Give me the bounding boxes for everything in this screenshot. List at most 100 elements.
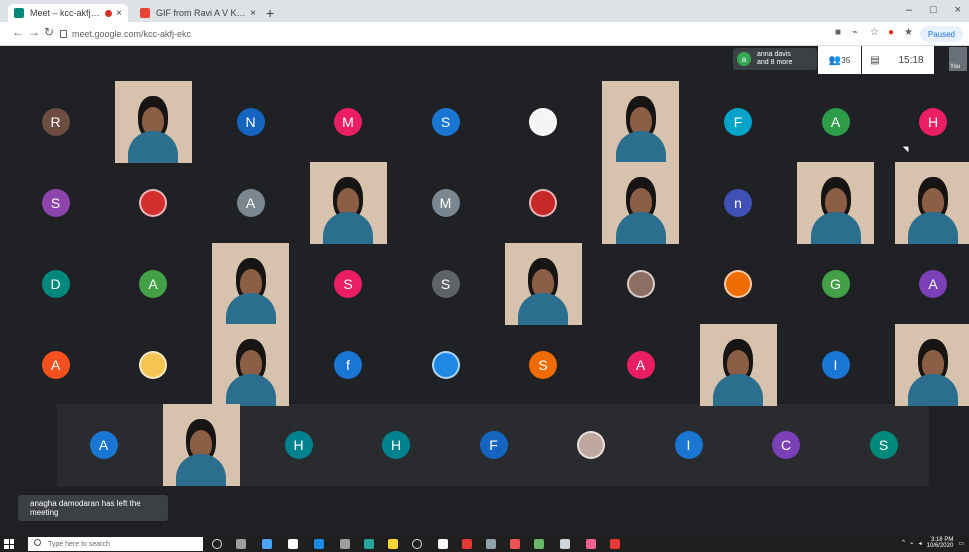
profile-paused-button[interactable]: Paused — [919, 26, 963, 42]
file-explorer-icon[interactable] — [262, 539, 272, 549]
participant-tile[interactable]: S — [505, 324, 582, 406]
participant-tile[interactable]: H — [260, 404, 337, 486]
participant-tile[interactable] — [894, 162, 969, 244]
participant-tile[interactable]: I — [650, 404, 727, 486]
app-icon-3[interactable] — [388, 539, 398, 549]
participant-tile[interactable] — [309, 162, 387, 244]
app-icon-12[interactable] — [610, 539, 620, 549]
participant-tile[interactable] — [602, 162, 679, 244]
participant-tile[interactable] — [700, 243, 777, 325]
minimize-icon[interactable]: – — [906, 4, 912, 16]
participant-tile[interactable]: G — [797, 243, 874, 325]
participant-tile[interactable]: N — [212, 81, 289, 163]
participant-tile[interactable] — [505, 81, 582, 163]
participant-tile[interactable] — [894, 324, 969, 406]
app-icon-11[interactable] — [586, 539, 596, 549]
participant-tile[interactable] — [212, 324, 289, 406]
participant-tile[interactable]: M — [310, 81, 387, 163]
participant-tile[interactable]: A — [17, 324, 94, 406]
self-view[interactable]: You — [949, 47, 967, 71]
close-tab-icon[interactable]: × — [250, 8, 256, 19]
volume-icon[interactable]: ◂ — [919, 540, 922, 547]
reload-icon[interactable]: ↻ — [44, 25, 54, 39]
mail-icon[interactable] — [314, 539, 324, 549]
participant-tile[interactable] — [114, 81, 192, 163]
video-participant-7 — [212, 243, 289, 325]
participant-tile[interactable]: S — [845, 404, 922, 486]
participant-tile[interactable]: M — [407, 162, 484, 244]
puzzle-icon[interactable]: ★ — [904, 27, 913, 38]
participant-tile[interactable]: R — [17, 81, 94, 163]
tab-gmail[interactable]: GIF from Ravi A V Kumar - jessi × — [134, 4, 262, 22]
forward-icon[interactable]: → — [28, 25, 40, 39]
store-icon[interactable] — [288, 539, 298, 549]
notification-icon[interactable]: ▭ — [958, 540, 964, 547]
participant-initial-avatar: S — [431, 108, 460, 136]
app-icon-4[interactable] — [412, 539, 422, 549]
app-icon-1[interactable] — [340, 539, 350, 549]
participant-tile[interactable] — [699, 324, 777, 406]
participant-tile[interactable]: D — [17, 243, 94, 325]
people-chip[interactable]: a anna davis and 8 more — [733, 48, 817, 70]
chat-button[interactable]: ▤ — [862, 46, 888, 74]
camera-icon[interactable]: ■ — [835, 27, 841, 38]
participant-tile[interactable]: F — [700, 81, 777, 163]
participant-tile[interactable] — [602, 81, 679, 163]
participant-tile[interactable] — [553, 404, 630, 486]
back-icon[interactable]: ← — [12, 25, 24, 39]
participant-tile[interactable]: n — [700, 162, 777, 244]
extension-icon[interactable]: ● — [888, 27, 894, 38]
cortana-icon[interactable] — [212, 539, 222, 549]
participant-tile[interactable]: f — [310, 324, 387, 406]
participant-tile[interactable] — [212, 243, 289, 325]
task-view-icon[interactable] — [236, 539, 246, 549]
participant-tile[interactable] — [602, 243, 679, 325]
close-tab-icon[interactable]: × — [116, 8, 122, 19]
participant-tile[interactable]: S — [310, 243, 387, 325]
participant-tile[interactable]: S — [407, 81, 484, 163]
address-bar[interactable]: meet.google.com/kcc-akfj-ekc — [60, 26, 820, 42]
participant-tile[interactable] — [797, 162, 874, 244]
participant-tile[interactable] — [407, 324, 484, 406]
key-icon[interactable]: ⌁ — [852, 27, 858, 38]
app-icon-5[interactable] — [438, 539, 448, 549]
app-icon-7[interactable] — [486, 539, 496, 549]
app-icon-2[interactable] — [364, 539, 374, 549]
participant-tile[interactable] — [505, 162, 582, 244]
participant-tile[interactable]: F — [455, 404, 532, 486]
app-icon-6[interactable] — [462, 539, 472, 549]
tab-meet[interactable]: Meet – kcc-akfj-ekc × — [8, 4, 128, 22]
taskbar-clock[interactable]: 3:18 PM 10/6/2020 — [927, 537, 954, 549]
people-chip-line2: and 8 more — [757, 59, 793, 66]
participant-tile[interactable]: H — [895, 81, 969, 163]
participant-tile[interactable] — [162, 404, 240, 486]
participant-tile[interactable]: A — [115, 243, 192, 325]
participant-tile[interactable]: A — [602, 324, 679, 406]
participant-tile[interactable] — [115, 162, 192, 244]
close-window-icon[interactable]: × — [955, 4, 961, 16]
participant-tile[interactable]: I — [797, 324, 874, 406]
star-icon[interactable]: ☆ — [870, 27, 879, 38]
participants-button[interactable]: 👥 35 — [818, 46, 861, 74]
tray-up-icon[interactable]: ^ — [902, 540, 905, 546]
participant-tile[interactable] — [115, 324, 192, 406]
windows-start-icon[interactable] — [4, 539, 14, 549]
participant-tile[interactable]: A — [895, 243, 969, 325]
app-icon-10[interactable] — [560, 539, 570, 549]
browser-toolbar: ← → ↻ meet.google.com/kcc-akfj-ekc ■ ⌁ ☆… — [0, 22, 969, 46]
participant-tile[interactable]: S — [407, 243, 484, 325]
participant-tile[interactable]: H — [358, 404, 435, 486]
participant-tile[interactable]: A — [212, 162, 289, 244]
participant-initial-avatar: I — [821, 351, 850, 379]
participant-tile[interactable] — [504, 243, 582, 325]
participant-tile[interactable]: C — [748, 404, 825, 486]
participant-tile[interactable]: S — [17, 162, 94, 244]
app-icon-8[interactable] — [510, 539, 520, 549]
app-icon-9[interactable] — [534, 539, 544, 549]
maximize-icon[interactable]: □ — [930, 4, 937, 16]
network-icon[interactable]: ⌁ — [910, 540, 914, 547]
taskbar-search[interactable]: Type here to search — [28, 537, 203, 551]
participant-tile[interactable]: A — [65, 404, 142, 486]
participant-tile[interactable]: A — [797, 81, 874, 163]
new-tab-icon[interactable]: + — [266, 5, 274, 21]
